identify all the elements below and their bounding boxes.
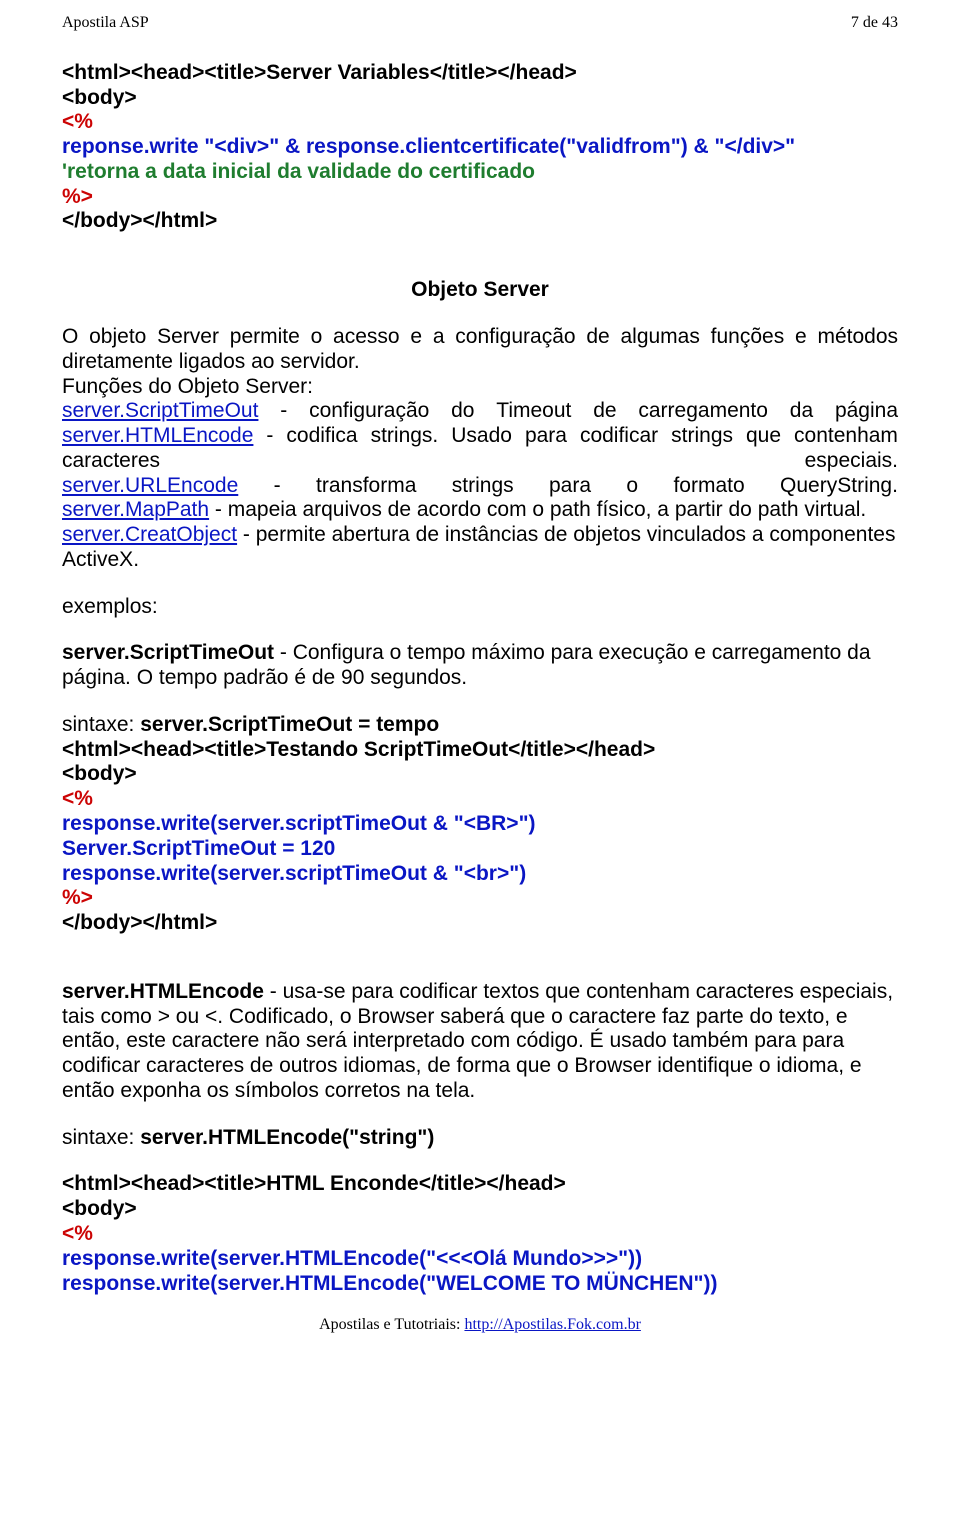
- code2-l8: </body></html>: [62, 911, 898, 936]
- code2-l5: Server.ScriptTimeOut = 120: [62, 837, 898, 862]
- htmlencode-label: server.HTMLEncode: [62, 980, 264, 1003]
- scripttimeout-p: server.ScriptTimeOut - Configura o tempo…: [62, 641, 898, 691]
- page: Apostila ASP 7 de 43 <html><head><title>…: [0, 0, 960, 1335]
- server-title: Objeto Server: [62, 278, 898, 303]
- code2-l6: response.write(server.scriptTimeOut & "<…: [62, 862, 898, 887]
- srv-html-right: especiais.: [805, 449, 898, 474]
- header-right: 7 de 43: [851, 14, 898, 33]
- code2-l1: <html><head><title>Testando ScriptTimeOu…: [62, 738, 898, 763]
- code2-l2: <body>: [62, 762, 898, 787]
- code1-l5: 'retorna a data inicial da validade do c…: [62, 160, 898, 185]
- page-header: Apostila ASP 7 de 43: [62, 14, 898, 33]
- code1-l1: <html><head><title>Server Variables</tit…: [62, 61, 898, 86]
- syntax1-label: sintaxe:: [62, 713, 140, 736]
- srv-rows: server.ScriptTimeOut -configuraçãodoTime…: [62, 399, 898, 572]
- code3-l5: response.write(server.HTMLEncode("WELCOM…: [62, 1272, 898, 1297]
- footer-link[interactable]: http://Apostilas.Fok.com.br: [464, 1316, 640, 1333]
- srv-html-left: caracteres: [62, 449, 160, 474]
- code1-l4: reponse.write "<div>" & response.clientc…: [62, 135, 898, 160]
- srv-map-desc: - mapeia arquivos de acordo com o path f…: [209, 498, 866, 521]
- code2-l3: <%: [62, 787, 898, 812]
- srv-map-link[interactable]: server.MapPath: [62, 498, 209, 521]
- code3-l3: <%: [62, 1222, 898, 1247]
- scripttimeout-label: server.ScriptTimeOut: [62, 641, 274, 664]
- srv-script-link2[interactable]: server.ScriptTimeOut: [62, 399, 258, 422]
- srv-creat-link[interactable]: server.CreatObject: [62, 523, 237, 546]
- header-left: Apostila ASP: [62, 14, 149, 33]
- code1-l2: <body>: [62, 86, 898, 111]
- code2-l7: %>: [62, 886, 898, 911]
- code3-l1: <html><head><title>HTML Enconde</title><…: [62, 1172, 898, 1197]
- syntax1: sintaxe: server.ScriptTimeOut = tempo: [62, 713, 898, 738]
- syntax2-label: sintaxe:: [62, 1126, 140, 1149]
- syntax1-val: server.ScriptTimeOut = tempo: [140, 713, 439, 736]
- code1-l3: <%: [62, 110, 898, 135]
- server-func-label: Funções do Objeto Server:: [62, 375, 898, 400]
- htmlencode-p: server.HTMLEncode - usa-se para codifica…: [62, 980, 898, 1104]
- footer-pre: Apostilas e Tutotriais:: [319, 1316, 464, 1333]
- syntax2: sintaxe: server.HTMLEncode("string"): [62, 1126, 898, 1151]
- code3-l4: response.write(server.HTMLEncode("<<<Olá…: [62, 1247, 898, 1272]
- code1-l6: %>: [62, 185, 898, 210]
- code1-l7: </body></html>: [62, 209, 898, 234]
- exemplos-label: exemplos:: [62, 595, 898, 620]
- srv-url-link[interactable]: server.URLEncode: [62, 474, 238, 497]
- syntax2-val: server.HTMLEncode("string"): [140, 1126, 434, 1149]
- server-intro: O objeto Server permite o acesso e a con…: [62, 325, 898, 375]
- code3-l2: <body>: [62, 1197, 898, 1222]
- footer: Apostilas e Tutotriais: http://Apostilas…: [62, 1316, 898, 1335]
- srv-html-link[interactable]: server.HTMLEncode: [62, 424, 253, 447]
- code2-l4: response.write(server.scriptTimeOut & "<…: [62, 812, 898, 837]
